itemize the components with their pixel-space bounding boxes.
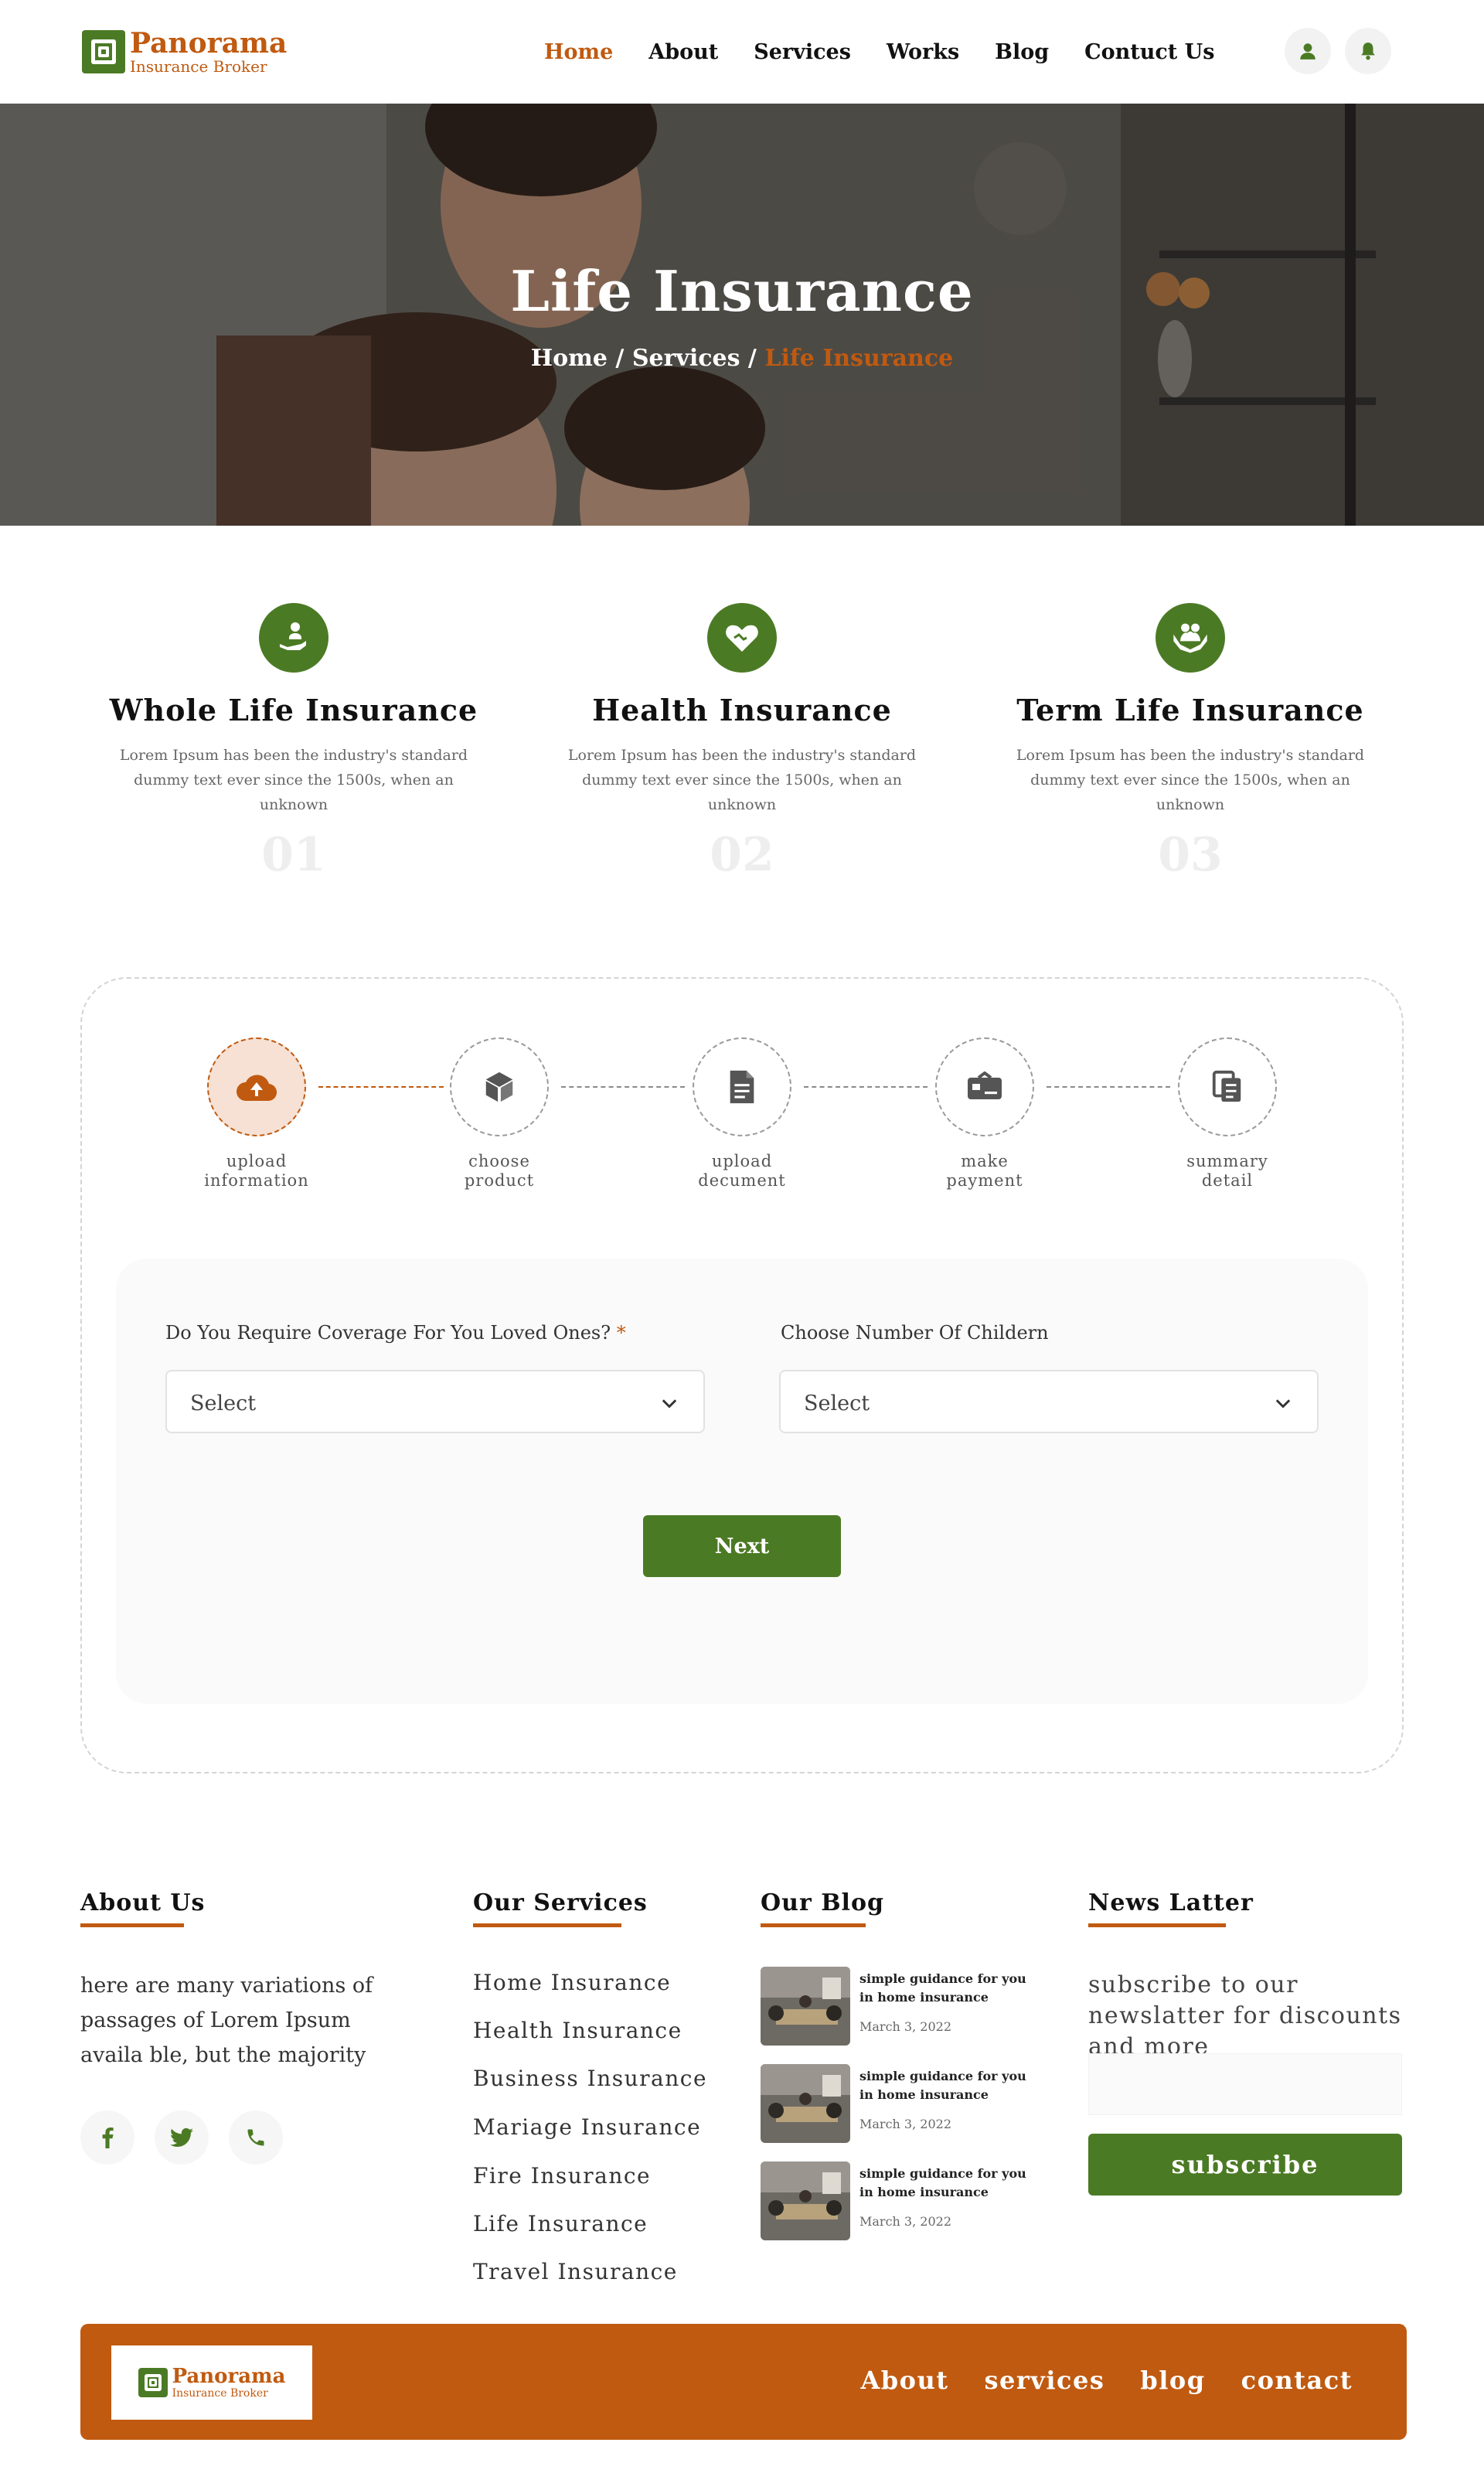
step-make-payment[interactable]: make payment xyxy=(907,1037,1062,1191)
main-nav: Home About Services Works Blog Contuct U… xyxy=(544,40,1250,64)
bottom-link-blog[interactable]: blog xyxy=(1140,2366,1205,2395)
feature-number: 03 xyxy=(1158,828,1223,882)
brand-tagline: Insurance Broker xyxy=(130,57,267,76)
brand-name: Panorama xyxy=(130,27,288,60)
feature-title: Term Life Insurance xyxy=(1016,693,1364,727)
feature-number: 01 xyxy=(261,828,326,882)
step-upload-document[interactable]: upload decument xyxy=(665,1037,819,1191)
bell-icon[interactable] xyxy=(1345,28,1391,74)
footer-service-link[interactable]: Travel Insurance xyxy=(473,2259,678,2284)
nav-home[interactable]: Home xyxy=(544,40,613,64)
children-label: Choose Number Of Childern xyxy=(781,1322,1049,1344)
document-icon xyxy=(730,1070,754,1104)
footer-logo[interactable]: Panorama Insurance Broker xyxy=(111,2345,312,2420)
blog-post-title[interactable]: simple guidance for you in home insuranc… xyxy=(859,1970,1026,2007)
logo-mark-icon xyxy=(82,30,125,73)
newsletter-text: subscribe to our newslatter for discount… xyxy=(1088,1971,1402,2060)
twitter-icon[interactable] xyxy=(155,2110,209,2165)
heart-handshake-icon xyxy=(707,603,777,673)
coverage-select[interactable]: Select xyxy=(165,1370,705,1433)
logo-mark-icon xyxy=(138,2368,168,2397)
family-hands-icon xyxy=(1156,603,1225,673)
feature-card: Term Life Insurance Lorem Ipsum has been… xyxy=(989,603,1391,882)
nav-services[interactable]: Services xyxy=(754,40,851,64)
bottom-link-services[interactable]: services xyxy=(985,2366,1105,2395)
newsletter-email-input[interactable] xyxy=(1088,2053,1402,2115)
feature-title: Health Insurance xyxy=(592,693,892,727)
bottom-bar: Panorama Insurance Broker About services… xyxy=(80,2324,1407,2440)
footer-services-heading: Our Services xyxy=(473,1889,648,1916)
step-choose-product[interactable]: choose product xyxy=(422,1037,577,1191)
facebook-icon[interactable] xyxy=(80,2110,134,2165)
brand-logo[interactable]: Panorama Insurance Broker xyxy=(82,29,287,74)
footer-service-link[interactable]: Mariage Insurance xyxy=(473,2114,701,2140)
footer-about-heading: About Us xyxy=(80,1889,206,1916)
feature-card: Whole Life Insurance Lorem Ipsum has bee… xyxy=(93,603,495,882)
chevron-down-icon xyxy=(662,1399,677,1409)
page-title: Life Insurance xyxy=(510,258,974,324)
blog-post-date: March 3, 2022 xyxy=(859,2214,951,2229)
hand-person-icon xyxy=(259,603,328,673)
blog-thumbnail[interactable] xyxy=(761,1967,850,2046)
blog-post-title[interactable]: simple guidance for you in home insuranc… xyxy=(859,2165,1026,2202)
subscribe-button[interactable]: subscribe xyxy=(1088,2134,1402,2196)
chevron-down-icon xyxy=(1275,1399,1291,1409)
breadcrumb-home[interactable]: Home xyxy=(531,345,608,372)
bottom-links: About services blog contact xyxy=(825,2366,1353,2395)
footer-service-link[interactable]: Health Insurance xyxy=(473,2018,682,2043)
feature-desc: Lorem Ipsum has been the industry's stan… xyxy=(1016,747,1365,813)
hero-banner: Life Insurance Home / Services / Life In… xyxy=(0,104,1484,526)
footer-service-link[interactable]: Fire Insurance xyxy=(473,2163,651,2189)
blog-thumbnail[interactable] xyxy=(761,2161,850,2240)
card-payment-icon xyxy=(968,1071,1002,1099)
top-navbar: Panorama Insurance Broker Home About Ser… xyxy=(0,0,1484,104)
blog-post-title[interactable]: simple guidance for you in home insuranc… xyxy=(859,2067,1026,2104)
feature-title: Whole Life Insurance xyxy=(109,693,478,727)
bottom-link-about[interactable]: About xyxy=(860,2366,948,2395)
footer-newsletter-heading: News Latter xyxy=(1088,1889,1254,1916)
breadcrumb: Home / Services / Life Insurance xyxy=(530,345,954,372)
step-upload-information[interactable]: upload information xyxy=(179,1037,334,1191)
step-summary-detail[interactable]: summary detail xyxy=(1150,1037,1305,1191)
footer-blog-heading: Our Blog xyxy=(761,1889,884,1916)
breadcrumb-current: Life Insurance xyxy=(764,345,954,372)
nav-works[interactable]: Works xyxy=(887,40,959,64)
breadcrumb-services[interactable]: Services xyxy=(632,345,740,372)
feature-card: Health Insurance Lorem Ipsum has been th… xyxy=(541,603,943,882)
copy-icon xyxy=(1212,1070,1241,1102)
footer-about-text: here are many variations of passages of … xyxy=(80,1974,373,2067)
feature-number: 02 xyxy=(710,828,774,882)
box-icon xyxy=(485,1071,513,1102)
footer-service-link[interactable]: Life Insurance xyxy=(473,2211,648,2236)
footer-service-link[interactable]: Business Insurance xyxy=(473,2066,707,2091)
nav-blog[interactable]: Blog xyxy=(995,40,1049,64)
blog-post-date: March 3, 2022 xyxy=(859,2117,951,2131)
feature-desc: Lorem Ipsum has been the industry's stan… xyxy=(119,747,468,813)
feature-desc: Lorem Ipsum has been the industry's stan… xyxy=(567,747,917,813)
coverage-label: Do You Require Coverage For You Loved On… xyxy=(165,1322,626,1344)
nav-about[interactable]: About xyxy=(648,40,718,64)
next-button[interactable]: Next xyxy=(643,1515,841,1577)
children-count-select[interactable]: Select xyxy=(779,1370,1319,1433)
bottom-link-contact[interactable]: contact xyxy=(1241,2366,1353,2395)
cloud-upload-icon xyxy=(237,1075,277,1102)
footer-service-link[interactable]: Home Insurance xyxy=(473,1970,671,1995)
blog-thumbnail[interactable] xyxy=(761,2064,850,2143)
nav-contact[interactable]: Contuct Us xyxy=(1084,40,1214,64)
phone-icon[interactable] xyxy=(229,2110,283,2165)
user-icon[interactable] xyxy=(1285,28,1331,74)
blog-post-date: March 3, 2022 xyxy=(859,2019,951,2034)
